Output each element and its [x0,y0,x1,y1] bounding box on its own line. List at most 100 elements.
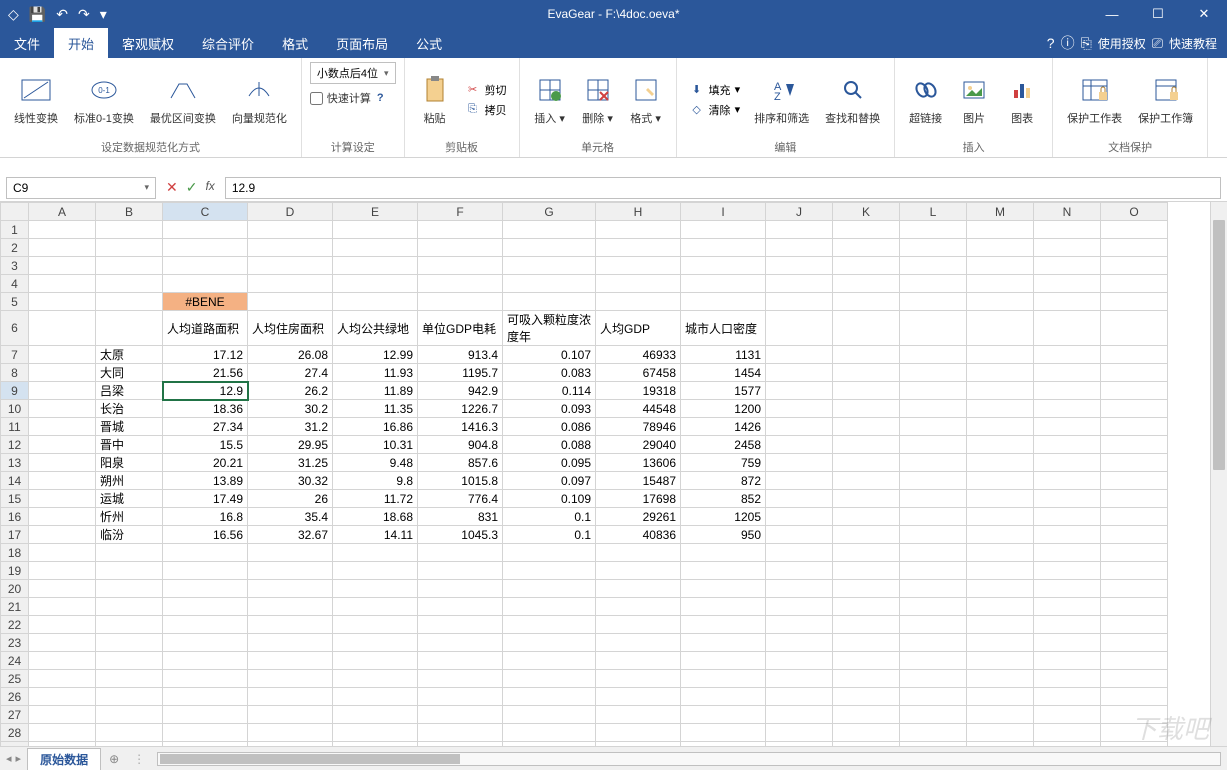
col-header-J[interactable]: J [766,203,833,221]
cell-K17[interactable] [833,526,900,544]
cell-B4[interactable] [96,275,163,293]
row-header-22[interactable]: 22 [1,616,29,634]
cell-B3[interactable] [96,257,163,275]
cell-C2[interactable] [163,239,248,257]
minimize-button[interactable]: — [1089,0,1135,28]
cell-C16[interactable]: 16.8 [163,508,248,526]
col-header-M[interactable]: M [967,203,1034,221]
cell-N23[interactable] [1034,634,1101,652]
cell-K29[interactable] [833,742,900,747]
delete-cells-button[interactable]: 删除 ▾ [576,70,620,130]
cell-D15[interactable]: 26 [248,490,333,508]
cell-G20[interactable] [503,580,596,598]
vertical-scrollbar[interactable] [1210,202,1227,746]
cell-D14[interactable]: 30.32 [248,472,333,490]
cell-I17[interactable]: 950 [681,526,766,544]
cell-A20[interactable] [29,580,96,598]
cell-A16[interactable] [29,508,96,526]
cell-D22[interactable] [248,616,333,634]
cell-I19[interactable] [681,562,766,580]
tab-split-grip[interactable]: ⋮ [127,752,151,766]
cell-H8[interactable]: 67458 [596,364,681,382]
row-header-12[interactable]: 12 [1,436,29,454]
cell-O11[interactable] [1101,418,1168,436]
cell-K3[interactable] [833,257,900,275]
cell-G25[interactable] [503,670,596,688]
cell-F15[interactable]: 776.4 [418,490,503,508]
cell-M14[interactable] [967,472,1034,490]
cell-J27[interactable] [766,706,833,724]
cell-C1[interactable] [163,221,248,239]
cell-O7[interactable] [1101,346,1168,364]
cell-F24[interactable] [418,652,503,670]
cell-O19[interactable] [1101,562,1168,580]
cell-J2[interactable] [766,239,833,257]
col-header-D[interactable]: D [248,203,333,221]
cell-D12[interactable]: 29.95 [248,436,333,454]
cell-O14[interactable] [1101,472,1168,490]
menu-tab-5[interactable]: 页面布局 [322,28,402,58]
qat-customize-icon[interactable]: ▾ [100,6,107,23]
cell-J29[interactable] [766,742,833,747]
cell-K7[interactable] [833,346,900,364]
menu-tab-0[interactable]: 文件 [0,28,54,58]
col-header-H[interactable]: H [596,203,681,221]
cell-O20[interactable] [1101,580,1168,598]
cell-I4[interactable] [681,275,766,293]
cell-I26[interactable] [681,688,766,706]
cell-M21[interactable] [967,598,1034,616]
cell-A2[interactable] [29,239,96,257]
linear-transform-button[interactable]: 线性变换 [8,70,64,130]
close-button[interactable]: ✕ [1181,0,1227,28]
cell-C24[interactable] [163,652,248,670]
cell-I28[interactable] [681,724,766,742]
cell-G28[interactable] [503,724,596,742]
cell-J18[interactable] [766,544,833,562]
cell-K15[interactable] [833,490,900,508]
cell-H13[interactable]: 13606 [596,454,681,472]
cell-M17[interactable] [967,526,1034,544]
cell-F21[interactable] [418,598,503,616]
cell-G9[interactable]: 0.114 [503,382,596,400]
cell-K4[interactable] [833,275,900,293]
cell-K25[interactable] [833,670,900,688]
cell-L3[interactable] [900,257,967,275]
cell-A28[interactable] [29,724,96,742]
cell-F7[interactable]: 913.4 [418,346,503,364]
cell-H17[interactable]: 40836 [596,526,681,544]
cell-J8[interactable] [766,364,833,382]
cell-L26[interactable] [900,688,967,706]
insert-cells-button[interactable]: 插入 ▾ [528,70,572,130]
fx-icon[interactable]: fx [205,179,214,196]
cell-F23[interactable] [418,634,503,652]
row-header-13[interactable]: 13 [1,454,29,472]
cell-N25[interactable] [1034,670,1101,688]
cell-L11[interactable] [900,418,967,436]
cell-K16[interactable] [833,508,900,526]
cell-B23[interactable] [96,634,163,652]
cell-A21[interactable] [29,598,96,616]
cell-O27[interactable] [1101,706,1168,724]
cell-M18[interactable] [967,544,1034,562]
cell-K18[interactable] [833,544,900,562]
cell-F28[interactable] [418,724,503,742]
cell-D28[interactable] [248,724,333,742]
cell-L8[interactable] [900,364,967,382]
cell-M25[interactable] [967,670,1034,688]
optimal-interval-button[interactable]: 最优区间变换 [144,70,222,130]
cell-F5[interactable] [418,293,503,311]
cell-B12[interactable]: 晋中 [96,436,163,454]
cell-A13[interactable] [29,454,96,472]
cell-C27[interactable] [163,706,248,724]
cell-H21[interactable] [596,598,681,616]
cell-B10[interactable]: 长治 [96,400,163,418]
cell-C12[interactable]: 15.5 [163,436,248,454]
cell-F14[interactable]: 1015.8 [418,472,503,490]
cell-J16[interactable] [766,508,833,526]
cell-A18[interactable] [29,544,96,562]
cell-H28[interactable] [596,724,681,742]
cell-H22[interactable] [596,616,681,634]
cell-K23[interactable] [833,634,900,652]
row-header-3[interactable]: 3 [1,257,29,275]
cell-E17[interactable]: 14.11 [333,526,418,544]
